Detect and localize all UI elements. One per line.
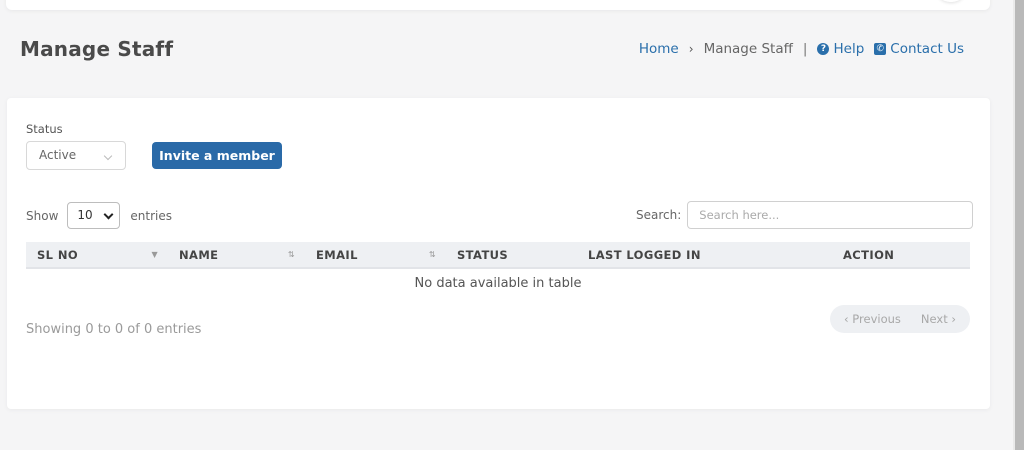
column-header-label: LAST LOGGED IN bbox=[588, 247, 701, 262]
column-header-last-logged-in: LAST LOGGED IN bbox=[577, 242, 832, 269]
entries-label: entries bbox=[130, 208, 172, 223]
page-length-select[interactable]: 10 bbox=[67, 202, 121, 229]
help-link[interactable]: ? Help bbox=[817, 41, 864, 57]
column-header-status: STATUS bbox=[446, 242, 577, 269]
table-row: No data available in table bbox=[26, 268, 970, 298]
column-header-label: NAME bbox=[179, 247, 219, 262]
top-navbar-edge bbox=[6, 0, 990, 10]
previous-page-button[interactable]: ‹ Previous bbox=[844, 312, 901, 326]
column-header-label: ACTION bbox=[843, 247, 895, 262]
column-header-email[interactable]: EMAIL ⇅ bbox=[305, 242, 446, 269]
chevron-right-icon: › bbox=[688, 42, 694, 56]
column-header-sl-no[interactable]: SL NO ▼ bbox=[26, 242, 168, 269]
sort-icon: ⇅ bbox=[287, 250, 295, 259]
staff-table: SL NO ▼ NAME ⇅ EMAIL ⇅ STATUS LAST LOGGED I… bbox=[26, 242, 970, 298]
status-select[interactable]: Active bbox=[26, 141, 126, 170]
help-link-label: Help bbox=[833, 41, 865, 57]
breadcrumb-home-link[interactable]: Home bbox=[639, 41, 679, 57]
pagination: ‹ Previous Next › bbox=[830, 305, 970, 333]
contact-us-label: Contact Us bbox=[890, 41, 964, 57]
status-label: Status bbox=[26, 122, 63, 136]
chevron-down-icon bbox=[103, 151, 113, 161]
page-title: Manage Staff bbox=[20, 37, 174, 61]
column-header-name[interactable]: NAME ⇅ bbox=[168, 242, 305, 269]
show-label: Show bbox=[26, 208, 59, 223]
status-select-value: Active bbox=[39, 148, 77, 162]
next-page-button[interactable]: Next › bbox=[921, 312, 956, 326]
column-header-label: STATUS bbox=[457, 247, 509, 262]
sort-icon: ⇅ bbox=[428, 250, 436, 259]
table-header-row: SL NO ▼ NAME ⇅ EMAIL ⇅ STATUS LAST LOGGED I… bbox=[26, 242, 970, 269]
chevron-down-icon bbox=[103, 209, 114, 220]
breadcrumb-current: Manage Staff bbox=[703, 41, 793, 57]
table-info: Showing 0 to 0 of 0 entries bbox=[26, 322, 202, 337]
scrollbar[interactable] bbox=[1015, 0, 1024, 450]
staff-card: Status Active Invite a member Show 10 en… bbox=[7, 98, 990, 409]
phone-square-icon: ✆ bbox=[874, 43, 887, 55]
breadcrumb: Home › Manage Staff | ? Help ✆ Contact U… bbox=[639, 41, 964, 57]
empty-table-message: No data available in table bbox=[414, 276, 582, 291]
column-header-label: EMAIL bbox=[316, 247, 358, 262]
search-label: Search: bbox=[636, 208, 682, 222]
column-header-action: ACTION bbox=[832, 242, 970, 269]
invite-member-button[interactable]: Invite a member bbox=[152, 142, 282, 169]
search-input[interactable] bbox=[687, 201, 974, 229]
page-length-control: Show 10 entries bbox=[26, 202, 172, 229]
column-header-label: SL NO bbox=[37, 247, 79, 262]
sort-desc-icon: ▼ bbox=[151, 250, 158, 259]
page-length-value: 10 bbox=[77, 208, 93, 222]
question-circle-icon: ? bbox=[817, 43, 830, 55]
breadcrumb-divider: | bbox=[802, 41, 808, 57]
search-control: Search: bbox=[636, 201, 974, 229]
contact-us-link[interactable]: ✆ Contact Us bbox=[874, 41, 964, 57]
